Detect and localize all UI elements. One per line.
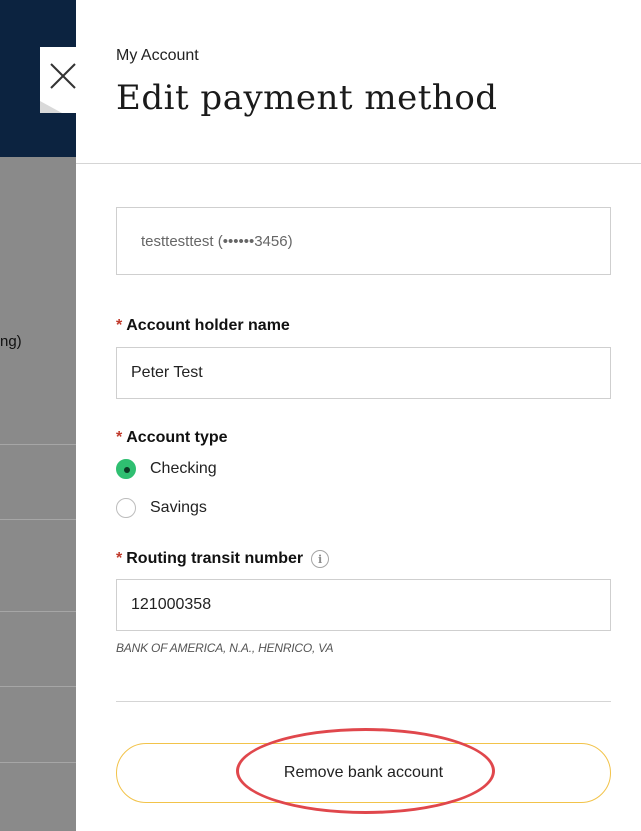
- radio-savings-label: Savings: [150, 499, 207, 516]
- account-type-label: * Account type: [116, 429, 228, 447]
- routing-number-label: * Routing transit number i: [116, 550, 330, 568]
- background-divider: [0, 762, 76, 763]
- close-icon[interactable]: [48, 61, 78, 91]
- radio-checking-button[interactable]: [116, 459, 136, 479]
- required-mark: *: [116, 317, 123, 334]
- radio-checking[interactable]: Checking: [116, 459, 217, 479]
- background-divider: [0, 444, 76, 445]
- required-mark: *: [116, 550, 123, 567]
- tab-fold: [40, 101, 62, 113]
- bank-name-hint: BANK OF AMERICA, N.A., HENRICO, VA: [116, 641, 334, 655]
- edit-payment-panel: My Account Edit payment method testtestt…: [76, 0, 641, 831]
- radio-checking-label: Checking: [150, 460, 217, 477]
- background-divider: [0, 686, 76, 687]
- page-title: Edit payment method: [116, 78, 498, 118]
- radio-savings-button[interactable]: [116, 498, 136, 518]
- routing-number-value: 121000358: [131, 596, 212, 613]
- required-mark: *: [116, 429, 123, 446]
- panel-header: My Account Edit payment method: [76, 0, 641, 164]
- payment-form: testtesttest (••••••3456) * Account holde…: [116, 207, 611, 803]
- remove-bank-account-button[interactable]: Remove bank account: [116, 743, 611, 803]
- section-divider: [116, 701, 611, 702]
- routing-number-label-text: Routing transit number: [126, 550, 304, 567]
- account-type-label-text: Account type: [126, 429, 228, 446]
- background-divider: [0, 611, 76, 612]
- radio-savings[interactable]: Savings: [116, 498, 207, 518]
- routing-number-input[interactable]: 121000358: [116, 579, 611, 631]
- info-icon[interactable]: i: [311, 550, 330, 568]
- account-holder-label: * Account holder name: [116, 317, 290, 335]
- account-holder-value: Peter Test: [131, 364, 203, 381]
- background-text: ng): [0, 333, 22, 350]
- account-holder-label-text: Account holder name: [126, 317, 290, 334]
- background-divider: [0, 519, 76, 520]
- account-display-text: testtesttest (••••••3456): [141, 232, 293, 250]
- background-page: ng): [0, 0, 76, 831]
- breadcrumb: My Account: [116, 47, 199, 64]
- account-holder-input[interactable]: Peter Test: [116, 347, 611, 399]
- account-display: testtesttest (••••••3456): [116, 207, 611, 275]
